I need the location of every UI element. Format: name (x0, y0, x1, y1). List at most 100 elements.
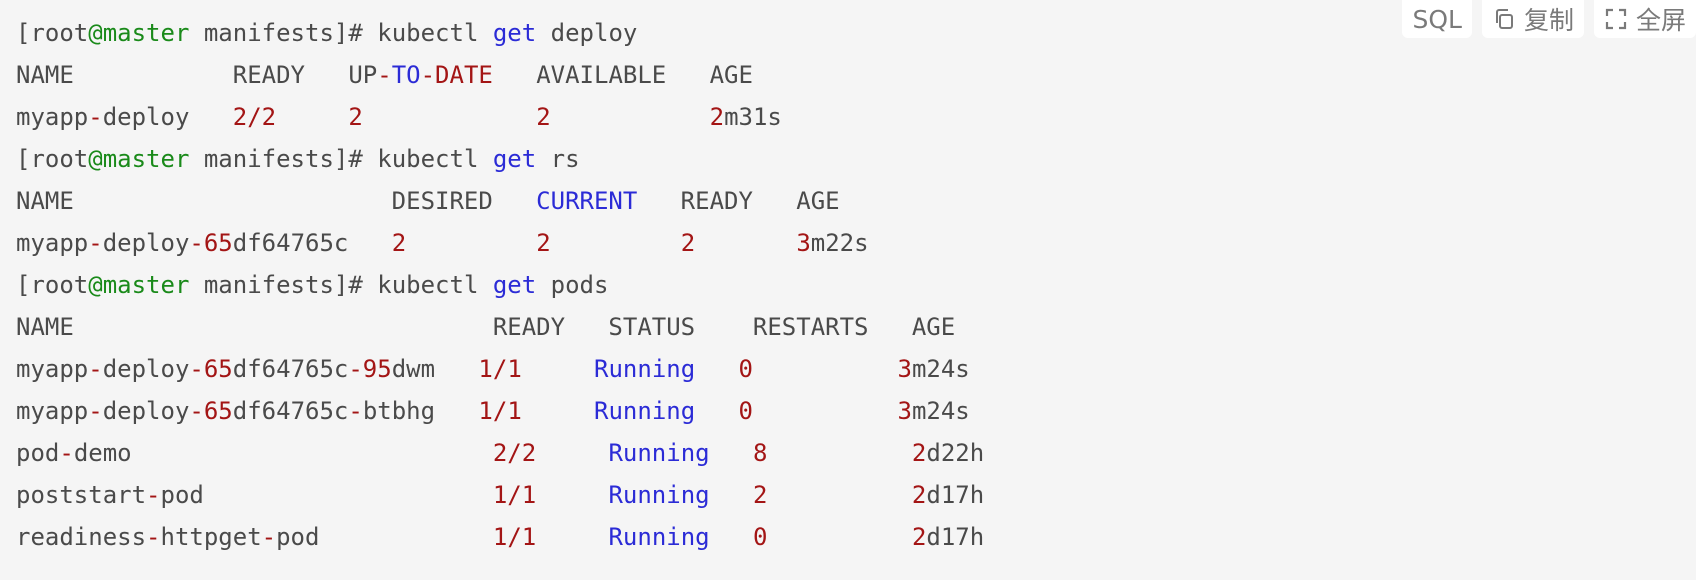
copy-icon (1492, 7, 1516, 31)
code-token: 2 (492, 439, 508, 467)
code-token: 2 (536, 229, 551, 257)
code-token: m22s (810, 229, 869, 257)
code-token: 2 (709, 103, 725, 131)
code-token: df64765c (232, 355, 349, 383)
code-token: - (377, 61, 392, 89)
fullscreen-button[interactable]: 全屏 (1593, 0, 1696, 38)
code-token: Running (594, 397, 696, 425)
code-token: d22h (926, 439, 985, 467)
code-token: deploy (536, 19, 638, 47)
code-token: 1 (507, 355, 522, 383)
code-token: DATE (435, 61, 493, 89)
code-token: myapp (16, 397, 89, 425)
code-token: -95 (348, 355, 392, 383)
code-token: Running (594, 355, 696, 383)
copy-button[interactable]: 复制 (1481, 0, 1584, 38)
code-token: @master (88, 19, 190, 47)
code-token: - (261, 523, 277, 551)
code-token: btbhg (362, 397, 479, 425)
code-token: 1 (507, 397, 522, 425)
code-token: 2 (752, 481, 768, 509)
code-token: / (247, 103, 262, 131)
code-token: CURRENT (536, 187, 638, 215)
code-token: - (88, 229, 103, 257)
code-token: Running (608, 439, 710, 467)
code-token: 1 (478, 355, 493, 383)
code-token: df64765c (232, 229, 392, 257)
code-token: pod (16, 439, 60, 467)
code-token: 2 (391, 229, 407, 257)
code-token: deploy (102, 103, 233, 131)
copy-button-label: 复制 (1523, 6, 1574, 35)
code-line: [root @master manifests]# kubectl get pod… (16, 264, 1696, 306)
code-token: READY AGE (637, 187, 840, 215)
code-token: -65 (189, 355, 233, 383)
code-token: Running (608, 523, 710, 551)
code-token: 2 (911, 439, 927, 467)
code-token: m24s (911, 397, 970, 425)
code-token: manifests]# kubectl (189, 19, 493, 47)
code-token: [root (16, 271, 89, 299)
fullscreen-icon (1604, 7, 1628, 31)
code-token: 2 (680, 229, 696, 257)
code-token: manifests]# kubectl (189, 271, 493, 299)
code-token: 2 (261, 103, 277, 131)
code-token: pod (276, 523, 493, 551)
code-token: / (507, 439, 522, 467)
code-token: 2 (911, 481, 927, 509)
code-line: poststart - pod 1/1 Running 2 2 d17h (16, 474, 1696, 516)
code-token: 3 (897, 397, 912, 425)
code-token: 2 (911, 523, 927, 551)
code-token: NAME READY UP (16, 61, 378, 89)
code-token: 2 (232, 103, 248, 131)
code-token: -65 (189, 397, 233, 425)
code-token: 1 (521, 523, 537, 551)
code-token: NAME DESIRED (16, 187, 537, 215)
code-token: manifests]# kubectl (189, 145, 493, 173)
code-token: / (492, 397, 508, 425)
code-line: NAME DESIRED CURRENT READY AGE (16, 180, 1696, 222)
code-token: @master (88, 271, 190, 299)
code-token: - (420, 61, 436, 89)
code-token: [root (16, 145, 89, 173)
code-token: - (88, 397, 103, 425)
code-token: NAME READY STATUS RESTARTS AGE (16, 313, 956, 341)
code-line: myapp - deploy 2/2 2 2 2 m31s (16, 96, 1696, 138)
code-token: @master (88, 145, 190, 173)
code-token: m31s (724, 103, 782, 131)
code-token: 0 (752, 523, 768, 551)
code-token: 2 (348, 103, 363, 131)
code-token: deploy (102, 229, 190, 257)
code-token: d17h (926, 523, 985, 551)
code-token: 1 (492, 481, 508, 509)
code-token: Running (608, 481, 710, 509)
code-token: d17h (926, 481, 985, 509)
code-token: readiness (16, 523, 147, 551)
code-token: m24s (911, 355, 970, 383)
code-lines: [root @master manifests]# kubectl get dep… (16, 12, 1696, 558)
code-line: myapp - deploy -65 df64765c -95 dwm 1/1 Runnin… (16, 348, 1696, 390)
code-token: 1 (492, 523, 508, 551)
code-token: pod (160, 481, 493, 509)
code-token: -65 (189, 229, 233, 257)
code-token: 2 (521, 439, 537, 467)
code-token: - (59, 439, 74, 467)
code-token: 0 (738, 397, 753, 425)
code-line: pod - demo 2/2 Running 8 2 d22h (16, 432, 1696, 474)
